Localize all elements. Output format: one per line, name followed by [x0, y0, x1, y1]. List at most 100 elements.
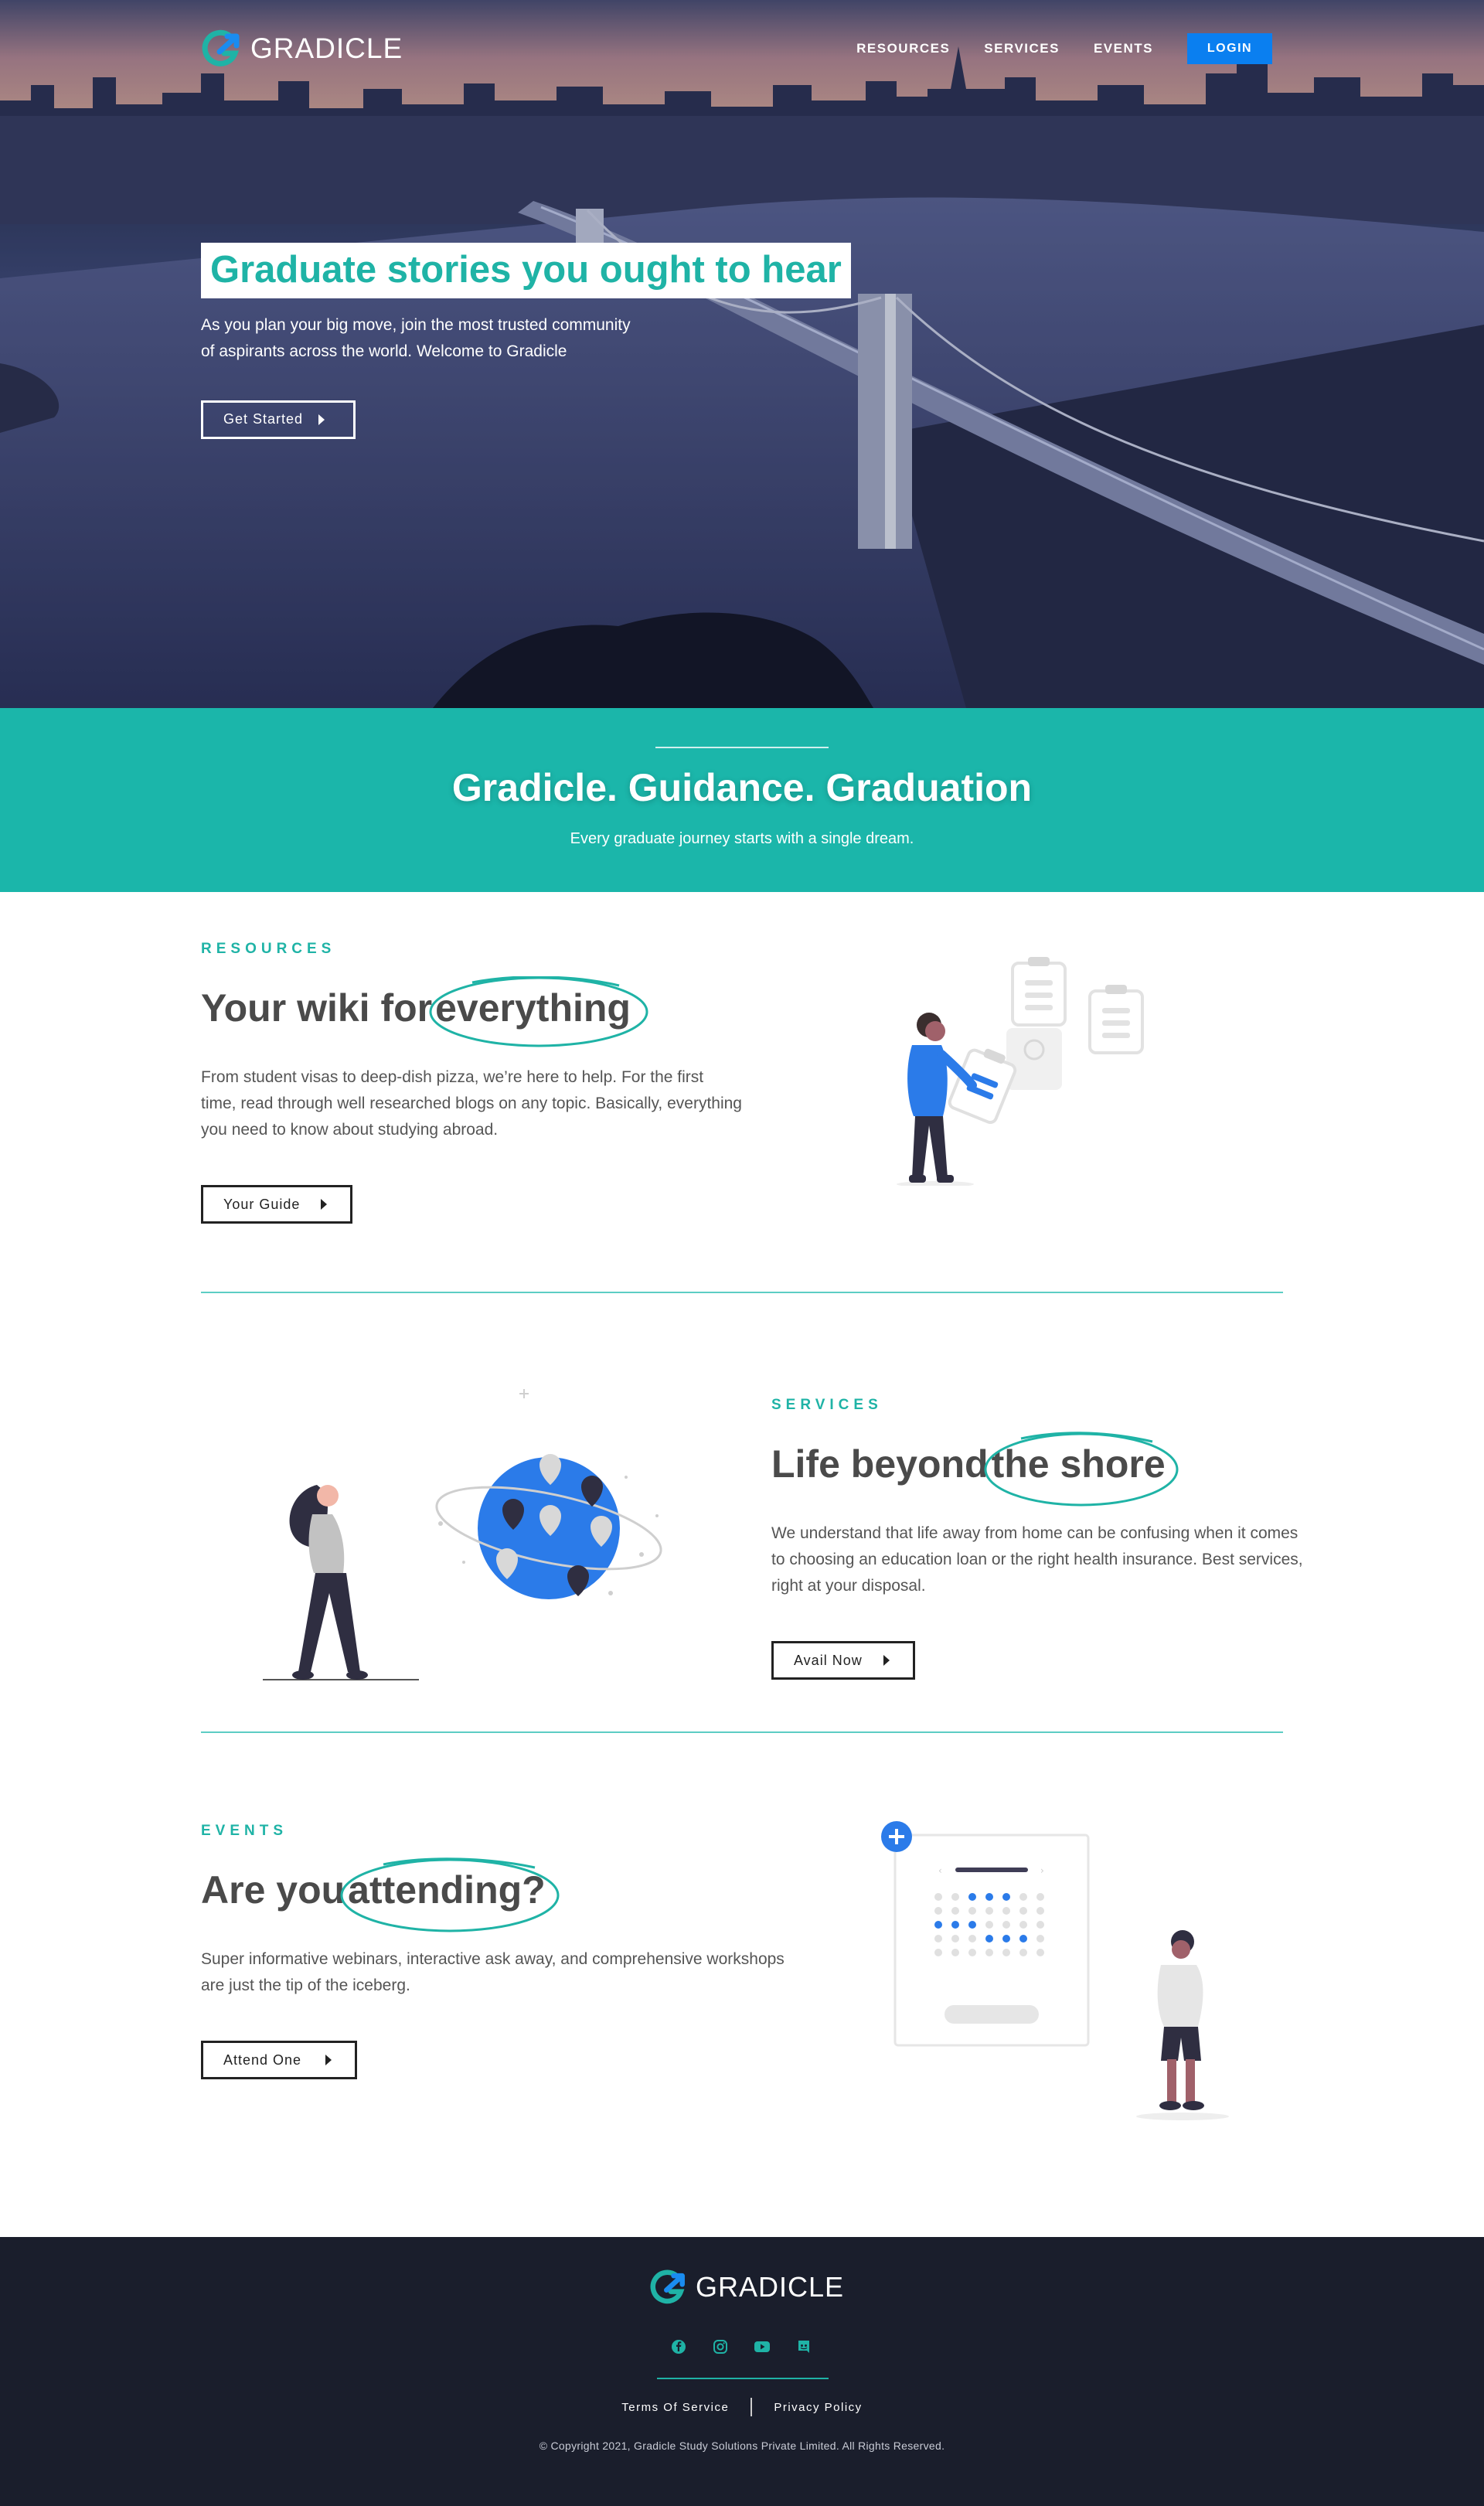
banner-divider [655, 747, 829, 748]
calendar-day-dot [1036, 1935, 1044, 1942]
top-navigation: GRADICLE RESOURCES SERVICES EVENTS LOGIN [201, 29, 1272, 68]
footer-divider [657, 2378, 829, 2379]
calendar-day-dot [1019, 1907, 1027, 1915]
events-heading: Are you attending? [201, 1857, 788, 1932]
hero-subtitle-line-2: of aspirants across the world. Welcome t… [201, 342, 567, 360]
events-illustration: ‹ › [881, 1821, 1229, 2120]
youtube-icon[interactable] [753, 2337, 771, 2356]
services-text: SERVICES Life beyond the shore We unders… [771, 1397, 1312, 1680]
calendar-day-dot [1036, 1907, 1044, 1915]
footer-link-separator [751, 2398, 753, 2416]
resources-heading-circled: everything [429, 976, 648, 1047]
calendar-day-dot [1019, 1935, 1027, 1942]
calendar-day-dot [934, 1907, 942, 1915]
instagram-icon[interactable] [711, 2337, 730, 2356]
services-body: We understand that life away from home c… [771, 1524, 1303, 1595]
facebook-icon[interactable] [669, 2337, 688, 2356]
nav-link-events[interactable]: EVENTS [1094, 41, 1153, 56]
calendar-day-dot [934, 1893, 942, 1901]
calendar-day-dot [951, 1907, 959, 1915]
privacy-policy-link[interactable]: Privacy Policy [774, 2401, 862, 2414]
copyright-text: © Copyright 2021, Gradicle Study Solutio… [539, 2440, 945, 2452]
resources-section: RESOURCES Your wiki for everything From … [0, 892, 1484, 1321]
calendar-day-dot [985, 1893, 993, 1901]
attend-one-label: Attend One [223, 2051, 302, 2068]
calendar-day-dot [1002, 1949, 1010, 1956]
section-divider [201, 1731, 1283, 1733]
caret-right-icon [318, 414, 325, 425]
resources-kicker: RESOURCES [201, 941, 336, 957]
services-section: SERVICES Life beyond the shore We unders… [0, 1321, 1484, 1767]
your-guide-button[interactable]: Your Guide [201, 1185, 352, 1224]
footer-brand-logo[interactable]: GRADICLE [649, 2268, 844, 2307]
resources-illustration [897, 957, 1144, 1186]
calendar-day-dot [1036, 1893, 1044, 1901]
calendar-day-dot [968, 1949, 976, 1956]
calendar-day-dot [1036, 1921, 1044, 1929]
resources-heading-plain: Your wiki for [201, 986, 433, 1030]
gradicle-logo-icon [650, 2269, 685, 2304]
footer-brand-name: GRADICLE [696, 2271, 845, 2303]
login-button[interactable]: LOGIN [1187, 33, 1272, 64]
services-illustration [263, 1389, 662, 1680]
calendar-day-dot [1002, 1935, 1010, 1942]
banner-subtitle: Every graduate journey starts with a sin… [570, 830, 914, 847]
get-started-button[interactable]: Get Started [201, 400, 356, 439]
calendar-day-dot [1002, 1893, 1010, 1901]
calendar-day-dot [934, 1921, 942, 1929]
hero-subtitle-line-1: As you plan your big move, join the most… [201, 315, 631, 334]
gradicle-logo-icon [202, 29, 240, 66]
calendar-day-dot [934, 1949, 942, 1956]
events-body: Super informative webinars, interactive … [201, 1950, 785, 1994]
avail-now-button[interactable]: Avail Now [771, 1641, 915, 1680]
hero-subtitle: As you plan your big move, join the most… [201, 312, 696, 365]
resources-body: From student visas to deep-dish pizza, w… [201, 1068, 742, 1139]
caret-right-icon [883, 1655, 890, 1666]
nav-link-resources[interactable]: RESOURCES [856, 41, 950, 56]
nav-links: RESOURCES SERVICES EVENTS LOGIN [856, 33, 1272, 64]
resources-heading: Your wiki for everything [201, 976, 757, 1047]
calendar-day-dot [934, 1935, 942, 1942]
discord-icon[interactable] [795, 2337, 813, 2356]
calendar-day-dot [1002, 1907, 1010, 1915]
get-started-label: Get Started [223, 411, 304, 427]
tagline-banner: Gradicle. Guidance. Graduation Every gra… [0, 708, 1484, 892]
services-heading-circled-text: the shore [991, 1442, 1166, 1486]
calendar-day-dot [1019, 1921, 1027, 1929]
attend-one-button[interactable]: Attend One [201, 2041, 357, 2079]
svg-text:›: › [1040, 1865, 1044, 1876]
brand-logo[interactable]: GRADICLE [201, 29, 403, 69]
resources-text: RESOURCES Your wiki for everything From … [201, 941, 757, 1224]
events-heading-circled-text: attending? [348, 1868, 546, 1912]
caret-right-icon [325, 2055, 332, 2065]
social-links [669, 2337, 813, 2356]
services-kicker: SERVICES [771, 1397, 883, 1413]
calendar-day-dot [951, 1893, 959, 1901]
calendar-day-dot [985, 1921, 993, 1929]
calendar-day-dot [968, 1893, 976, 1901]
calendar-day-dot [951, 1935, 959, 1942]
events-text: EVENTS Are you attending? Super informat… [201, 1823, 788, 2079]
events-heading-circled: attending? [340, 1857, 560, 1932]
footer: GRADICLE Terms Of Service Privacy Policy… [0, 2237, 1484, 2506]
services-heading-plain: Life beyond [771, 1442, 989, 1486]
avail-now-label: Avail Now [794, 1652, 863, 1668]
calendar-day-dot [968, 1907, 976, 1915]
calendar-day-dot [985, 1907, 993, 1915]
hero-section: GRADICLE RESOURCES SERVICES EVENTS LOGIN… [0, 0, 1484, 708]
calendar-day-dot [1019, 1893, 1027, 1901]
events-heading-plain: Are you [201, 1868, 345, 1912]
brand-name: GRADICLE [250, 32, 403, 64]
calendar-day-dot [968, 1935, 976, 1942]
nav-link-services[interactable]: SERVICES [984, 41, 1060, 56]
hero-content: Graduate stories you ought to hear As yo… [201, 243, 851, 439]
calendar-day-dot [985, 1935, 993, 1942]
terms-of-service-link[interactable]: Terms Of Service [621, 2401, 729, 2414]
caret-right-icon [321, 1199, 327, 1210]
calendar-day-dot [968, 1921, 976, 1929]
services-heading: Life beyond the shore [771, 1432, 1312, 1507]
section-divider [201, 1292, 1283, 1293]
services-heading-circled: the shore [984, 1432, 1179, 1507]
events-kicker: EVENTS [201, 1823, 288, 1839]
calendar-day-dot [951, 1949, 959, 1956]
